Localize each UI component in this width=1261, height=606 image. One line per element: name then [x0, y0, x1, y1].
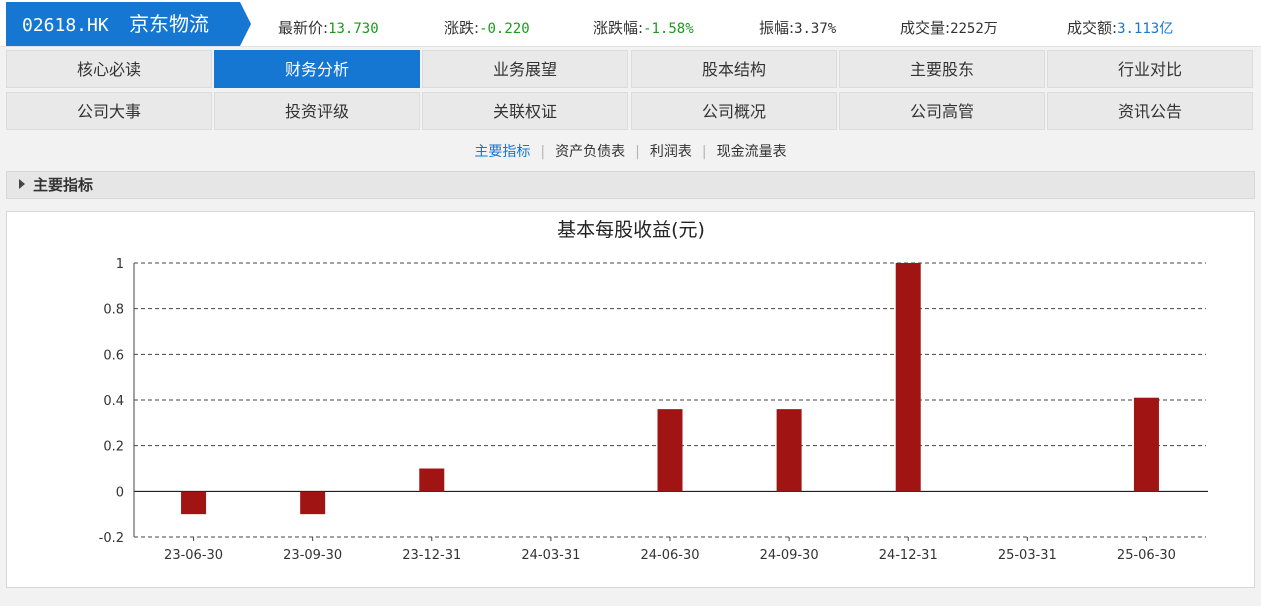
subnav-cash-flow[interactable]: 现金流量表: [707, 144, 797, 160]
x-tick-label: 24-03-31: [521, 548, 580, 563]
financial-subnav: 主要指标 | 资产负债表 | 利润表 | 现金流量表: [0, 140, 1261, 164]
x-tick-label: 24-06-30: [640, 548, 699, 563]
x-tick-label: 25-06-30: [1117, 548, 1176, 563]
stock-name: 京东物流: [129, 12, 210, 36]
y-tick-label: 0.8: [103, 303, 124, 318]
tab-business-outlook[interactable]: 业务展望: [422, 50, 628, 88]
bar: [895, 263, 921, 492]
x-tick-label: 24-12-31: [879, 548, 938, 563]
quote-last-price: 最新价:13.730: [278, 19, 379, 37]
tab-executives[interactable]: 公司高管: [839, 92, 1045, 130]
y-tick-label: 0.6: [103, 348, 124, 363]
caret-right-icon: [19, 178, 25, 189]
x-tick-label: 25-03-31: [998, 548, 1057, 563]
quote-amplitude: 振幅:3.37%: [759, 19, 837, 37]
tab-investment-rating[interactable]: 投资评级: [214, 92, 420, 130]
tab-major-shareholders[interactable]: 主要股东: [839, 50, 1045, 88]
y-tick-label: -0.2: [99, 531, 124, 546]
bar: [300, 491, 326, 515]
bar: [181, 491, 207, 515]
x-tick-label: 24-09-30: [760, 548, 819, 563]
x-tick-label: 23-09-30: [283, 548, 342, 563]
tab-company-profile[interactable]: 公司概况: [631, 92, 837, 130]
tab-financial-analysis[interactable]: 财务分析: [214, 50, 420, 88]
y-tick-label: 1: [116, 257, 124, 272]
quote-change-pct: 涨跌幅:-1.58%: [593, 19, 694, 37]
quote-bar: 02618.HK 京东物流 最新价:13.730 涨跌:-0.220 涨跌幅:-…: [0, 0, 1261, 47]
chart-title: 基本每股收益(元): [557, 219, 705, 241]
stock-ticker: 02618.HK 京东物流: [6, 2, 240, 46]
y-tick-label: 0.4: [103, 394, 124, 409]
ticker-arrow-icon: [240, 2, 251, 46]
subnav-separator: |: [701, 144, 707, 160]
bar: [657, 409, 683, 492]
eps-bar-chart: 基本每股收益(元) 1 0.8 0.6 0.4 0.2 0 -0.2 23-06-30 23-…: [99, 219, 1208, 563]
bar: [776, 409, 802, 492]
bar: [419, 468, 445, 492]
quote-change: 涨跌:-0.220: [444, 19, 530, 37]
x-tick-label: 23-06-30: [164, 548, 223, 563]
tab-share-structure[interactable]: 股本结构: [631, 50, 837, 88]
section-title: 主要指标: [33, 176, 94, 194]
subnav-key-indicators[interactable]: 主要指标: [464, 144, 540, 160]
x-tick-label: 23-12-31: [402, 548, 461, 563]
tab-core-reading[interactable]: 核心必读: [6, 50, 212, 88]
chart-panel: 基本每股收益(元) 1 0.8 0.6 0.4 0.2 0 -0.2 23-06-30 23-…: [6, 211, 1255, 588]
quote-volume: 成交量:2252万: [900, 19, 998, 37]
y-tick-label: 0: [116, 485, 124, 500]
stock-code: 02618.HK: [22, 15, 109, 36]
y-tick-label: 0.2: [103, 440, 124, 455]
tab-related-warrants[interactable]: 关联权证: [422, 92, 628, 130]
section-header[interactable]: 主要指标: [6, 171, 1255, 199]
subnav-income-statement[interactable]: 利润表: [640, 144, 702, 160]
tab-industry-comparison[interactable]: 行业对比: [1047, 50, 1253, 88]
tab-news-announcements[interactable]: 资讯公告: [1047, 92, 1253, 130]
bar: [1133, 397, 1159, 492]
subnav-balance-sheet[interactable]: 资产负债表: [545, 144, 635, 160]
tab-company-events[interactable]: 公司大事: [6, 92, 212, 130]
quote-turnover: 成交额:3.113亿: [1067, 19, 1174, 37]
